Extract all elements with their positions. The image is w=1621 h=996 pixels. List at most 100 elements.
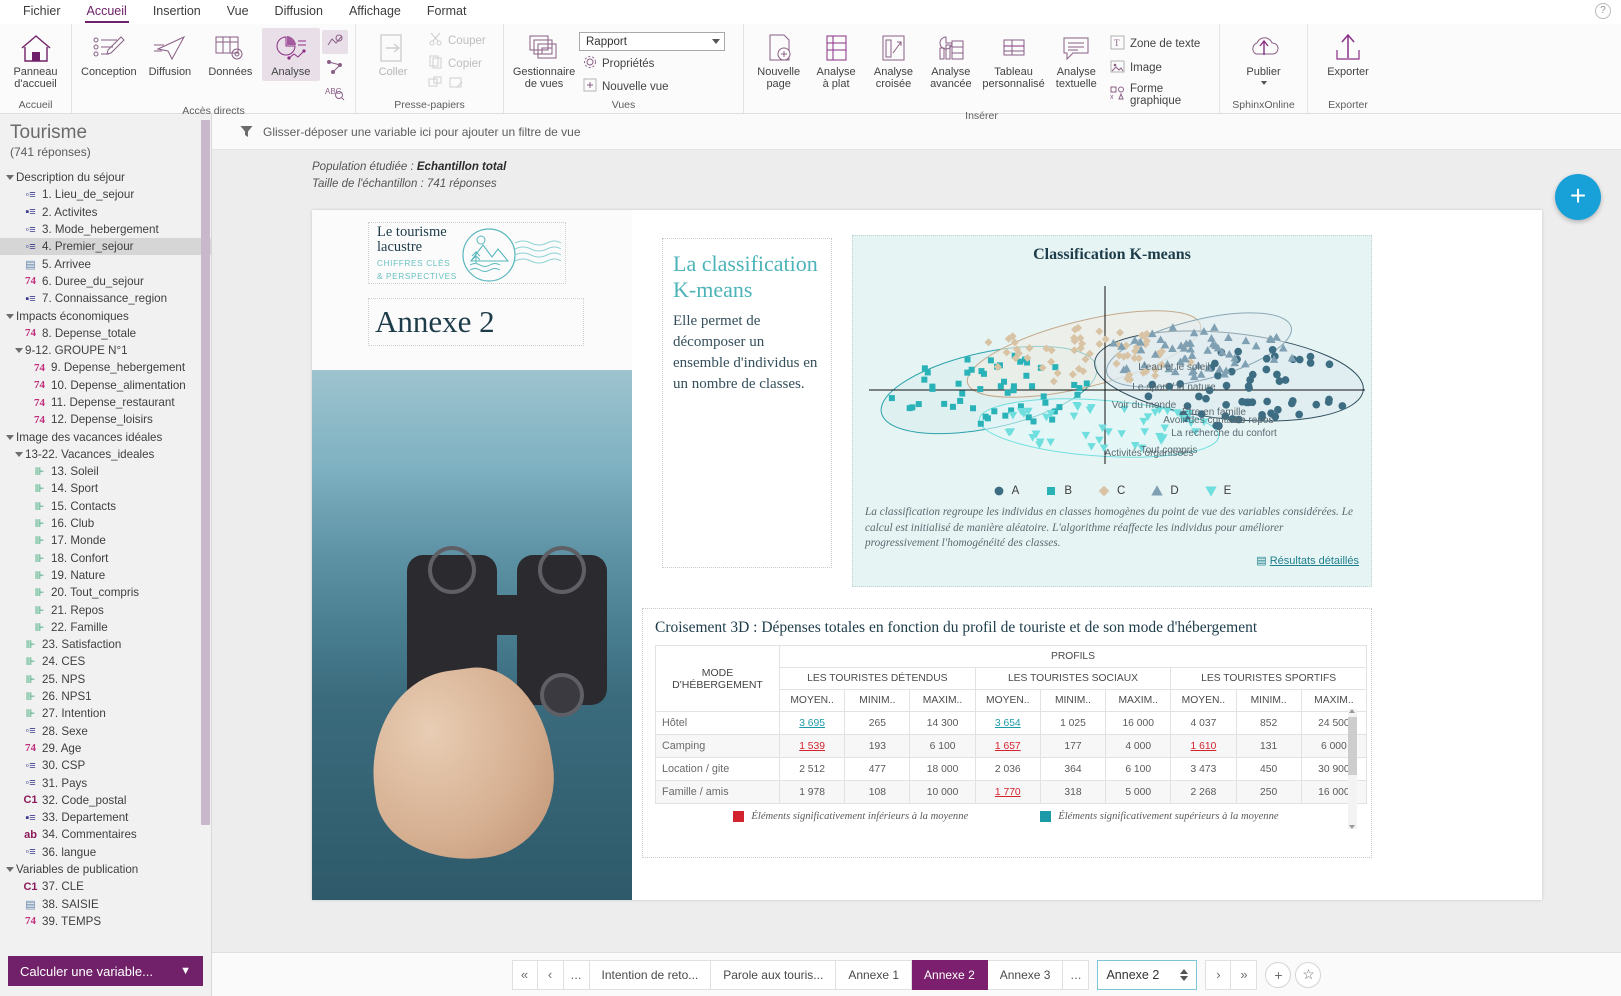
tree-item[interactable]: ⊪ 18. Confort: [0, 550, 211, 567]
tree-item[interactable]: ◦≡ 31. Pays: [0, 774, 211, 791]
scroll-down-icon[interactable]: [1349, 825, 1355, 829]
tree-item[interactable]: ◦≡ 1. Lieu_de_sejour: [0, 186, 211, 203]
add-floating-button[interactable]: +: [1555, 174, 1601, 220]
forme-graphique-button[interactable]: x Forme graphique: [1106, 81, 1212, 109]
menu-accueil[interactable]: Accueil: [74, 1, 140, 23]
help-icon[interactable]: ?: [1595, 3, 1611, 19]
tree-item[interactable]: ⊪ 16. Club: [0, 515, 211, 532]
page-selector[interactable]: Annexe 2: [1097, 959, 1198, 990]
tree-item[interactable]: 74 39. TEMPS: [0, 913, 211, 930]
prev-page-button[interactable]: ‹: [537, 959, 564, 990]
tree-item[interactable]: ◦≡ 28. Sexe: [0, 723, 211, 740]
crosstab-scroll-thumb[interactable]: [1348, 717, 1357, 775]
expand-arrow-icon[interactable]: [6, 434, 14, 440]
tree-item[interactable]: ◦≡ 36. langue: [0, 844, 211, 861]
expand-arrow-icon[interactable]: [15, 348, 23, 354]
spinner-icon[interactable]: [1180, 968, 1189, 981]
couper-button[interactable]: Couper: [425, 30, 490, 51]
analyse-button[interactable]: Analyse: [261, 28, 321, 81]
tree-item[interactable]: ◦≡ 4. Premier_sejour: [0, 238, 211, 256]
tree-item[interactable]: 9-12. GROUPE N°1: [0, 342, 211, 359]
tree-item[interactable]: 13-22. Vacances_ideales: [0, 446, 211, 463]
network-small-icon[interactable]: [322, 55, 348, 79]
table-row[interactable]: Camping 1 539 193 6 100 1 657 177 4 000 1 610 13…: [655, 734, 1368, 758]
menu-vue[interactable]: Vue: [214, 1, 262, 22]
tree-item[interactable]: ▪≡ 7. Connaissance_region: [0, 290, 211, 307]
table-row[interactable]: Location / gite 2 512 477 18 000 2 036 364 6 1…: [655, 757, 1368, 781]
first-page-button[interactable]: «: [511, 959, 538, 990]
tree-item[interactable]: 74 29. Age: [0, 740, 211, 757]
expand-arrow-icon[interactable]: [15, 451, 23, 457]
donnees-button[interactable]: Données: [201, 28, 259, 81]
conception-button[interactable]: Conception: [79, 28, 139, 81]
zone-de-texte-button[interactable]: T Zone de texte: [1106, 33, 1212, 55]
tree-item[interactable]: ⊪ 17. Monde: [0, 532, 211, 549]
tree-item[interactable]: ▤ 5. Arrivee: [0, 255, 211, 272]
tree-item[interactable]: Variables de publication: [0, 861, 211, 878]
tree-item[interactable]: ⊪ 26. NPS1: [0, 688, 211, 705]
panneau-accueil-button[interactable]: Panneau d'accueil: [7, 28, 64, 92]
page-tab-annexe-1[interactable]: Annexe 1: [836, 959, 913, 990]
diffusion-button[interactable]: Diffusion: [141, 28, 199, 81]
tree-item[interactable]: ⊪ 25. NPS: [0, 671, 211, 688]
tree-item[interactable]: Impacts économiques: [0, 307, 211, 324]
tree-item[interactable]: ⊪ 13. Soleil: [0, 463, 211, 480]
gestionnaire-vues-button[interactable]: Gestionnaire de vues: [511, 28, 577, 92]
view-type-select[interactable]: Rapport: [579, 32, 725, 51]
variable-tree[interactable]: Description du séjour ◦≡ 1. Lieu_de_sejour…: [0, 165, 211, 950]
kmeans-scatter-plot[interactable]: L'eau et le soleil Le sport / la nature Vo…: [869, 268, 1365, 483]
menu-insertion[interactable]: Insertion: [140, 1, 214, 22]
tree-item[interactable]: 74 8. Depense_totale: [0, 325, 211, 342]
menu-affichage[interactable]: Affichage: [336, 1, 414, 22]
tree-item[interactable]: ⊪ 27. Intention: [0, 705, 211, 722]
detailed-results-link[interactable]: ▤ Résultats détaillés: [865, 554, 1359, 567]
analyse-a-plat-button[interactable]: Analyse à plat: [808, 28, 863, 92]
tableau-personnalise-button[interactable]: Tableau personnalisé: [981, 28, 1047, 92]
tree-item[interactable]: 74 6. Duree_du_sejour: [0, 273, 211, 290]
paste-special-icon[interactable]: [428, 76, 443, 92]
sidebar-scroll-thumb[interactable]: [201, 120, 210, 825]
chart-small-icon[interactable]: [322, 30, 349, 54]
publier-dropdown-icon[interactable]: [1260, 80, 1267, 85]
page-tab-annexe-3[interactable]: Annexe 3: [987, 959, 1064, 990]
tree-item[interactable]: ⊪ 22. Famille: [0, 619, 211, 636]
tree-item[interactable]: ⊪ 15. Contacts: [0, 498, 211, 515]
format-painter-icon[interactable]: [449, 76, 464, 92]
nouvelle-vue-button[interactable]: Nouvelle vue: [579, 76, 725, 97]
tree-item[interactable]: ▤ 38. SAISIE: [0, 895, 211, 912]
last-page-button[interactable]: »: [1231, 959, 1258, 990]
tree-item[interactable]: ▪≡ 2. Activites: [0, 204, 211, 221]
crosstab-scrollbar[interactable]: [1348, 709, 1357, 829]
tree-item[interactable]: ⊪ 20. Tout_compris: [0, 584, 211, 601]
sidebar-scrollbar[interactable]: [201, 114, 210, 996]
tree-item[interactable]: ⊪ 23. Satisfaction: [0, 636, 211, 653]
publier-button[interactable]: Publier: [1234, 28, 1294, 87]
nouvelle-page-button[interactable]: Nouvelle page: [751, 28, 806, 92]
favorite-page-button[interactable]: ☆: [1295, 961, 1322, 988]
tree-item[interactable]: C1 37. CLE: [0, 878, 211, 895]
page-tab-intention[interactable]: Intention de reto...: [589, 959, 712, 990]
analyse-avancee-button[interactable]: Analyse avancée: [923, 28, 978, 92]
tree-item[interactable]: Image des vacances idéales: [0, 428, 211, 445]
tree-item[interactable]: ⊪ 19. Nature: [0, 567, 211, 584]
menu-fichier[interactable]: Fichier: [10, 1, 74, 22]
tree-item[interactable]: ⊪ 21. Repos: [0, 601, 211, 618]
tree-item[interactable]: ▪≡ 33. Departement: [0, 809, 211, 826]
tree-item[interactable]: 74 12. Depense_loisirs: [0, 411, 211, 428]
tree-item[interactable]: 74 10. Depense_alimentation: [0, 377, 211, 394]
more-pages-right-button[interactable]: ...: [1063, 959, 1090, 990]
image-button[interactable]: Image: [1106, 57, 1212, 79]
proprietes-button[interactable]: Propriétés: [579, 53, 725, 74]
menu-diffusion[interactable]: Diffusion: [262, 1, 336, 22]
expand-arrow-icon[interactable]: [6, 175, 14, 181]
menu-format[interactable]: Format: [414, 1, 480, 22]
table-row[interactable]: Hôtel 3 695 265 14 300 3 654 1 025 16 000 4 037…: [655, 711, 1368, 735]
tree-item[interactable]: 74 11. Depense_restaurant: [0, 394, 211, 411]
analyse-textuelle-button[interactable]: Analyse textuelle: [1049, 28, 1104, 92]
next-page-button[interactable]: ›: [1205, 959, 1232, 990]
page-tab-annexe-2[interactable]: Annexe 2: [912, 959, 988, 990]
tree-item[interactable]: C1 32. Code_postal: [0, 792, 211, 809]
tree-item[interactable]: ⊪ 24. CES: [0, 653, 211, 670]
expand-arrow-icon[interactable]: [6, 313, 14, 319]
exporter-button[interactable]: Exporter: [1318, 28, 1378, 81]
